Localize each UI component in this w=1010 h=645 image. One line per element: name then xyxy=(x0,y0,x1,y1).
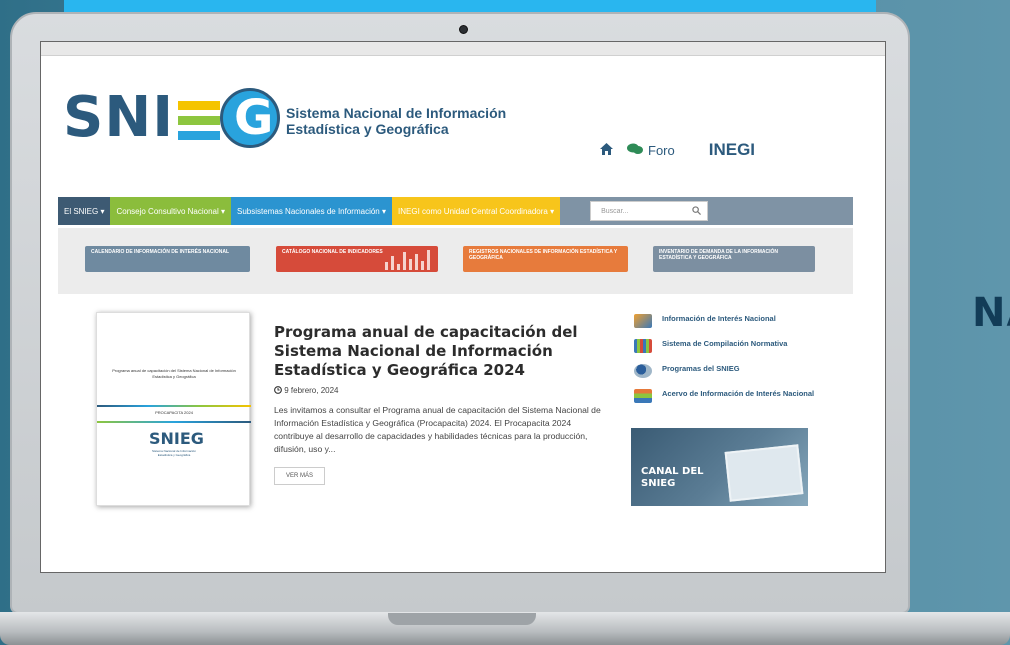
side-link-acervo[interactable]: Acervo de Información de Interés Naciona… xyxy=(634,389,818,403)
read-more-button[interactable]: VER MÁS xyxy=(274,467,326,485)
article-date: 9 febrero, 2024 xyxy=(274,386,606,395)
featured-article: Programa anual de capacitación del Siste… xyxy=(274,323,606,485)
clock-icon xyxy=(274,386,284,395)
canal-snieg-banner[interactable]: CANAL DEL SNIEG xyxy=(631,428,808,506)
banner-registros[interactable]: REGISTROS NACIONALES DE INFORMACIÓN ESTA… xyxy=(463,246,628,272)
search-input[interactable]: Buscar... xyxy=(590,201,709,221)
camera-icon xyxy=(459,25,468,34)
chat-icon xyxy=(627,143,643,158)
chart-curve-icon xyxy=(634,314,652,328)
banner-calendario[interactable]: CALENDARIO DE INFORMACIÓN DE INTERÉS NAC… xyxy=(85,246,250,272)
inegi-logo[interactable]: INEGI xyxy=(709,140,755,160)
nav-item-consejo[interactable]: Consejo Consultivo Nacional ▾ xyxy=(110,197,232,225)
side-link-informacion[interactable]: Información de Interés Nacional xyxy=(634,314,818,328)
banner-catalogo[interactable]: CATÁLOGO NACIONAL DE INDICADORES xyxy=(276,246,438,272)
books-icon xyxy=(634,339,652,353)
logo-e-mark xyxy=(178,101,220,145)
banner-inventario[interactable]: INVENTARIO DE DEMANDA DE LA INFORMACIÓN … xyxy=(653,246,815,272)
nav-item-el-snieg[interactable]: El SNIEG ▾ xyxy=(58,197,111,225)
article-excerpt: Les invitamos a consultar el Programa an… xyxy=(274,405,601,454)
gears-icon xyxy=(634,364,652,378)
laptop-illustration xyxy=(724,444,804,502)
foro-link[interactable]: Foro xyxy=(627,143,675,158)
cover-divider xyxy=(97,421,251,423)
search-icon[interactable] xyxy=(692,205,702,217)
bar-graphic xyxy=(385,250,430,270)
banner-row: CALENDARIO DE INFORMACIÓN DE INTERÉS NAC… xyxy=(58,228,853,294)
article-title[interactable]: Programa anual de capacitación del Siste… xyxy=(274,323,606,380)
cover-divider xyxy=(97,405,251,407)
nav-item-subsistemas[interactable]: Subsistemas Nacionales de Información ▾ xyxy=(231,197,393,225)
logo-text[interactable]: SNI xyxy=(63,85,174,150)
canal-title: CANAL DEL SNIEG xyxy=(641,466,704,489)
side-link-programas[interactable]: Programas del SNIEG xyxy=(634,364,818,378)
site-header: SNI Sistema Nacional de Información Esta… xyxy=(30,85,820,160)
top-accent-strip xyxy=(64,0,876,12)
nav-item-inegi-ucc[interactable]: INEGI como Unidad Central Coordinadora ▾ xyxy=(392,197,561,225)
laptop-notch xyxy=(388,613,536,625)
logo-g-mark xyxy=(220,88,280,148)
archive-icon xyxy=(634,389,652,403)
side-links: Información de Interés Nacional Sistema … xyxy=(634,314,818,414)
main-navbar: El SNIEG ▾ Consejo Consultivo Nacional ▾… xyxy=(58,197,853,225)
background-heading-fragment: NA xyxy=(972,290,1010,336)
home-icon[interactable] xyxy=(600,142,613,158)
cover-logo-subtitle: Sistema Nacional de Información Estadíst… xyxy=(151,449,197,457)
logo-subtitle: Sistema Nacional de Información Estadíst… xyxy=(286,105,507,137)
cover-logo: SNIEG xyxy=(149,429,204,448)
cover-title: Programa anual de capacitación del Siste… xyxy=(112,368,236,379)
browser-bar xyxy=(41,42,885,56)
cover-year: PROCAPACITA 2024 xyxy=(155,410,193,415)
article-cover-image[interactable]: Programa anual de capacitación del Siste… xyxy=(96,312,251,506)
header-links: Foro INEGI xyxy=(600,140,755,160)
side-link-compilacion[interactable]: Sistema de Compilación Normativa xyxy=(634,339,818,353)
